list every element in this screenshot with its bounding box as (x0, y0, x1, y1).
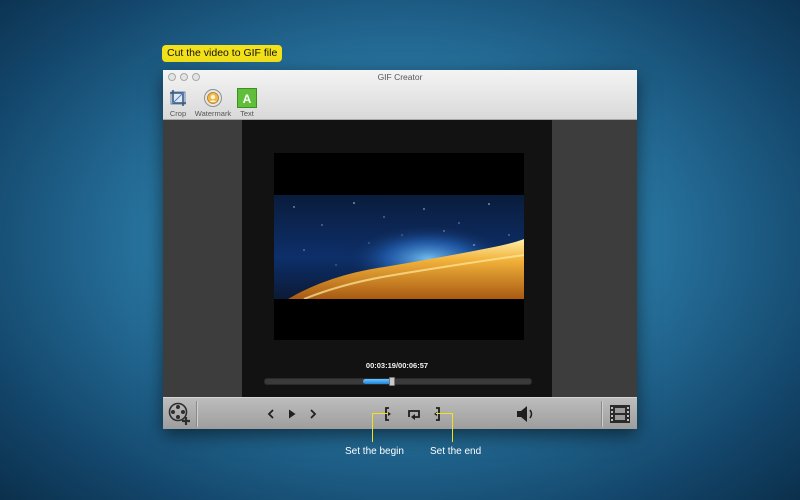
filmstrip-icon (610, 405, 630, 423)
toolbar-text-label: Text (240, 109, 254, 118)
toolbar-watermark-label: Watermark (194, 109, 232, 118)
video-preview-image (274, 195, 524, 299)
toolbar-text-button[interactable]: A Text (228, 88, 266, 118)
chevron-left-icon (267, 409, 274, 419)
text-icon: A (237, 88, 257, 108)
filmstrip-button[interactable] (607, 398, 633, 429)
crop-icon (170, 90, 186, 106)
watermark-icon (204, 89, 222, 107)
app-window: GIF Creator Crop Watermark A Text 00:03:… (163, 70, 637, 429)
video-frame (274, 153, 524, 340)
timecode: 00:03:19/00:06:57 (365, 361, 429, 370)
toolbar-crop-button[interactable]: Crop (163, 88, 197, 118)
play-button[interactable] (285, 398, 299, 429)
set-begin-pointer-tick (372, 413, 388, 414)
loop-button[interactable] (405, 398, 423, 429)
toolbar-crop-label: Crop (169, 109, 187, 118)
previous-button[interactable] (264, 398, 278, 429)
control-bar (163, 397, 637, 429)
progress-fill (363, 379, 392, 384)
speaker-icon (517, 406, 533, 422)
bracket-begin-icon (385, 407, 391, 421)
play-icon (289, 409, 296, 419)
next-button[interactable] (306, 398, 320, 429)
progress-track[interactable] (264, 377, 532, 386)
separator (601, 401, 602, 427)
film-add-icon (168, 402, 190, 425)
add-video-button[interactable] (167, 398, 193, 429)
loop-icon (408, 410, 420, 420)
callout-cut-video: Cut the video to GIF file (162, 45, 283, 62)
title-bar: GIF Creator Crop Watermark A Text (163, 70, 637, 120)
set-end-pointer-tick (436, 413, 452, 414)
separator (196, 401, 197, 427)
set-end-pointer-line (452, 413, 453, 442)
set-end-annotation: Set the end (430, 446, 482, 457)
bracket-end-icon (434, 407, 440, 421)
video-stage: 00:03:19/00:06:57 (242, 120, 552, 397)
volume-button[interactable] (515, 398, 537, 429)
playhead-handle[interactable] (389, 377, 395, 386)
chevron-right-icon (310, 409, 317, 419)
set-begin-annotation: Set the begin (345, 446, 404, 457)
text-icon-glyph: A (243, 92, 252, 106)
main-content: 00:03:19/00:06:57 (163, 120, 637, 397)
set-begin-pointer-line (372, 413, 373, 442)
toolbar-watermark-button[interactable]: Watermark (194, 88, 232, 118)
window-title: GIF Creator (377, 72, 423, 82)
